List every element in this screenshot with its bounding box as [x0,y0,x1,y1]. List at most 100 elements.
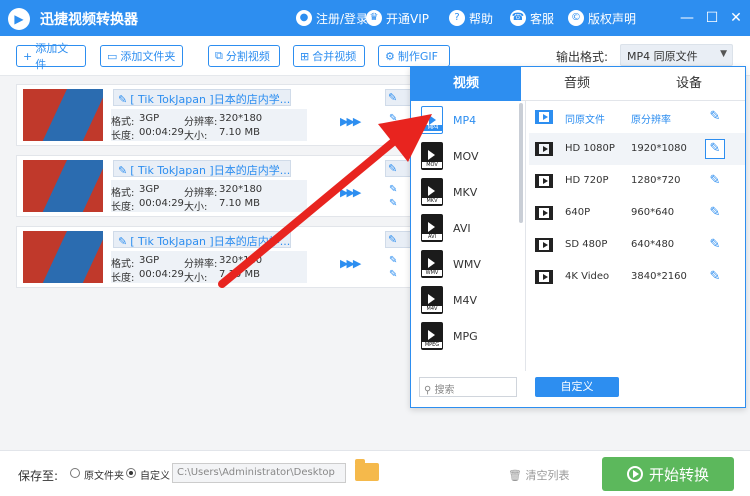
video-row[interactable]: ✎[ Tik TokJapan ]日本的店内学... 格式: 3GP 分辨率: 320… [16,226,415,288]
gif-icon: ⚙ [385,49,395,63]
edit-icon[interactable]: ✎ [705,139,725,159]
output-format-select[interactable]: MP4 同原文件 ▼ [620,44,733,66]
tab-video[interactable]: 视频 [411,67,521,101]
output-format-label: 输出格式: [556,50,609,64]
video-thumbnail [23,89,103,141]
trash-icon: 🗑 [508,469,522,482]
start-convert-button[interactable]: 开始转换 [602,457,734,491]
plus-icon: + [23,49,33,63]
tab-device[interactable]: 设备 [633,67,745,101]
format-list-scrollbar[interactable] [519,103,523,223]
save-to-label: 保存至: [18,469,59,483]
title-bar: ▶ 迅捷视频转换器 ● 注册/登录 ♛ 开通VIP ? 帮助 ☎ 客服 © 版权声明 — … [0,0,750,36]
minimize-icon[interactable]: — [678,9,696,27]
convert-arrow-icon: ▶▶▶ [340,186,361,199]
film-icon [535,110,553,124]
headset-icon: ☎ [510,10,526,26]
video-name[interactable]: ✎[ Tik TokJapan ]日本的店内学... [113,160,291,177]
film-icon [535,238,553,252]
radio-original-folder[interactable] [70,468,80,478]
film-icon [535,142,553,156]
edit-icon: ✎ [118,235,128,248]
avi-file-icon: AVI [421,214,443,242]
split-icon: ⧉ [215,49,223,62]
format-list: MP4 MP4 MOV MOV MKV MKV AVI AVI WMV WMV M4V M4… [411,101,521,371]
output-edit-icon[interactable]: ✎ [389,198,397,209]
convert-arrow-icon: ▶▶▶ [340,257,361,270]
edit-icon: ✎ [118,164,128,177]
merge-video-button[interactable]: ⊞ 合并视频 [293,45,365,67]
edit-icon[interactable]: ✎ [705,107,725,127]
crown-icon: ♛ [366,10,382,26]
output-edit-icon[interactable]: ✎ [389,255,397,266]
resolution-item[interactable]: 4K Video 3840*2160 ✎ [529,261,745,293]
format-item-mpg[interactable]: MPEG MPG [421,319,521,353]
resolution-item[interactable]: HD 720P 1280*720 ✎ [529,165,745,197]
custom-button[interactable]: 自定义 [535,377,619,397]
m4v-file-icon: M4V [421,286,443,314]
vip-button[interactable]: ♛ 开通VIP [366,9,429,27]
merge-icon: ⊞ [300,49,310,63]
output-edit-icon[interactable]: ✎ [389,113,397,124]
tab-audio[interactable]: 音频 [521,67,633,101]
output-edit-icon[interactable]: ✎ [389,127,397,138]
radio-custom-folder[interactable] [126,468,136,478]
save-path-input[interactable]: C:\Users\Administrator\Desktop [172,463,346,483]
output-edit-icon[interactable]: ✎ [389,269,397,280]
resolution-item[interactable]: 同原文件 原分辨率 ✎ [529,101,745,133]
format-search-input[interactable]: ⚲ 搜索 [419,377,517,397]
output-edit-icon[interactable]: ✎ [389,184,397,195]
help-button[interactable]: ? 帮助 [449,9,493,27]
mov-file-icon: MOV [421,142,443,170]
edit-icon[interactable]: ✎ [705,203,725,223]
video-name[interactable]: ✎[ Tik TokJapan ]日本的店内学... [113,231,291,248]
video-row[interactable]: ✎[ Tik TokJapan ]日本的店内学... 格式: 3GP 分辨率: 320… [16,84,415,146]
app-title: 迅捷视频转换器 [40,12,138,28]
close-icon[interactable]: ✕ [727,9,745,27]
wmv-file-icon: WMV [421,250,443,278]
help-icon: ? [449,10,465,26]
format-item-avi[interactable]: AVI AVI [421,211,521,245]
format-panel: 视频 音频 设备 MP4 MP4 MOV MOV MKV MKV AVI AVI WMV… [410,66,746,408]
maximize-icon[interactable]: ☐ [703,9,721,27]
mp4-file-icon: MP4 [421,106,443,134]
app-logo-icon: ▶ [8,8,30,30]
resolution-item[interactable]: SD 480P 640*480 ✎ [529,229,745,261]
format-item-wmv[interactable]: WMV WMV [421,247,521,281]
format-item-mov[interactable]: MOV MOV [421,139,521,173]
edit-icon: ✎ [118,93,128,106]
folder-icon[interactable] [355,459,379,481]
copyright-button[interactable]: © 版权声明 [568,9,636,27]
film-icon [535,206,553,220]
video-thumbnail [23,231,103,283]
user-icon: ● [296,10,312,26]
login-button[interactable]: ● 注册/登录 [296,9,368,27]
edit-icon[interactable]: ✎ [705,235,725,255]
format-item-mkv[interactable]: MKV MKV [421,175,521,209]
add-file-button[interactable]: + 添加文件 [16,42,86,71]
format-item-mp4[interactable]: MP4 MP4 [421,103,521,137]
copyright-icon: © [568,10,584,26]
edit-icon[interactable]: ✎ [705,267,725,287]
mpg-file-icon: MPEG [421,322,443,350]
service-button[interactable]: ☎ 客服 [510,9,554,27]
film-icon [535,174,553,188]
resolution-item[interactable]: HD 1080P 1920*1080 ✎ [529,133,745,165]
clear-list-button[interactable]: 🗑 清空列表 [508,467,569,483]
video-name[interactable]: ✎[ Tik TokJapan ]日本的店内学... [113,89,291,106]
mkv-file-icon: MKV [421,178,443,206]
film-icon [535,270,553,284]
bottom-bar: 保存至: 原文件夹 自定义 C:\Users\Administrator\Des… [0,450,750,496]
split-video-button[interactable]: ⧉ 分割视频 [208,45,280,67]
add-folder-button[interactable]: ▭ 添加文件夹 [100,45,183,67]
edit-icon[interactable]: ✎ [705,171,725,191]
folder-icon: ▭ [107,49,118,63]
play-circle-icon [626,466,643,482]
convert-arrow-icon: ▶▶▶ [340,115,361,128]
format-item-m4v[interactable]: M4V M4V [421,283,521,317]
video-row[interactable]: ✎[ Tik TokJapan ]日本的店内学... 格式: 3GP 分辨率: 320… [16,155,415,217]
resolution-item[interactable]: 640P 960*640 ✎ [529,197,745,229]
video-thumbnail [23,160,103,212]
chevron-down-icon: ▼ [720,49,727,59]
make-gif-button[interactable]: ⚙ 制作GIF [378,45,450,67]
